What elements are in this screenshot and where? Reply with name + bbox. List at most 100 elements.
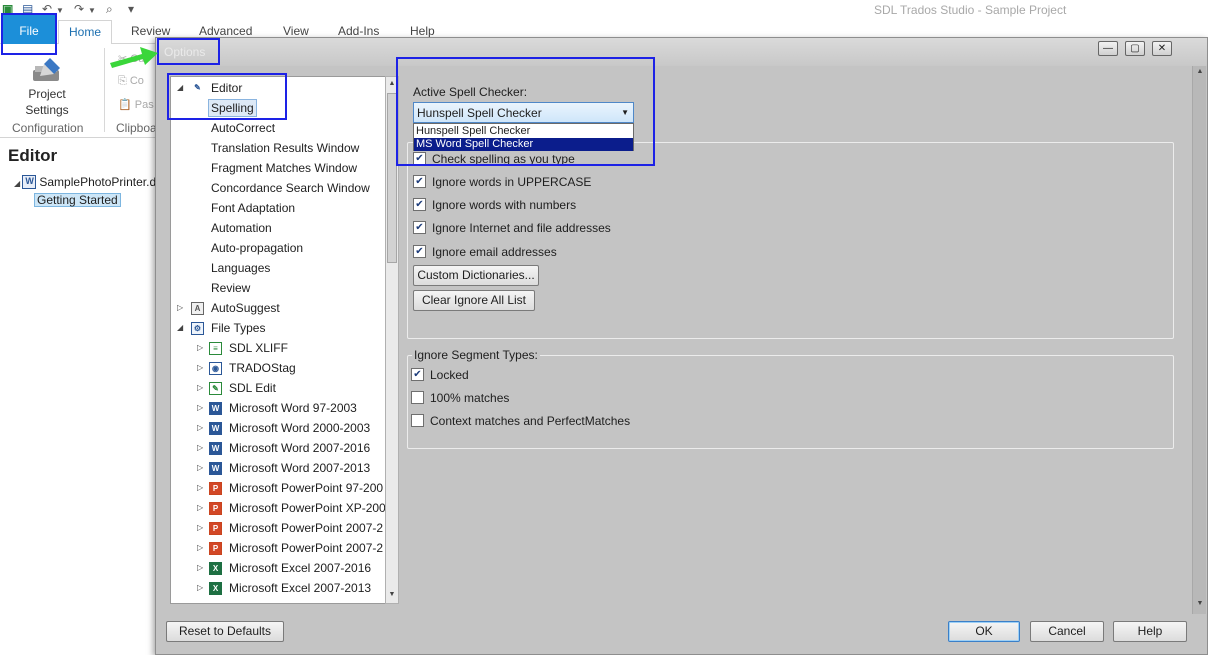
options-dialog: Options — ▢ ✕ ◢ ✎ Editor Spelling AutoCorrec… xyxy=(155,37,1208,655)
tree-item-microsoft-word-2000-2003[interactable]: ▷ W Microsoft Word 2000-2003 xyxy=(171,419,385,437)
tree-item-sdl-xliff[interactable]: ▷ ≡ SDL XLIFF xyxy=(171,339,385,357)
editor-pane-title: Editor xyxy=(8,146,58,165)
copy-button[interactable]: ⎘ Co xyxy=(118,75,144,88)
powerpoint-icon: P xyxy=(209,482,222,495)
editor-navigation-pane: Editor ◢ SamplePhotoPrinter.d Getting St… xyxy=(0,138,160,655)
tree-item-microsoft-excel-2007-2016[interactable]: ▷ X Microsoft Excel 2007-2016 xyxy=(171,559,385,577)
annotation-arrow-icon xyxy=(110,47,158,68)
active-spell-checker-label: Active Spell Checker: xyxy=(413,85,528,99)
print-preview-icon[interactable]: ⌕ xyxy=(106,2,113,17)
maximize-button[interactable]: ▢ xyxy=(1125,41,1145,56)
tab-help[interactable]: Help xyxy=(410,24,435,38)
expand-arrow-icon[interactable]: ▷ xyxy=(197,559,203,577)
collapse-arrow-icon[interactable]: ◢ xyxy=(177,79,183,97)
getting-started-node[interactable]: Getting Started xyxy=(34,193,121,207)
redo-dropdown-icon[interactable]: ▼ xyxy=(88,6,96,15)
powerpoint-icon: P xyxy=(209,502,222,515)
undo-dropdown-icon[interactable]: ▼ xyxy=(56,6,64,15)
expand-arrow-icon[interactable]: ▷ xyxy=(197,359,203,377)
tree-item-file-types[interactable]: ◢ ⚙ File Types xyxy=(171,319,385,337)
paste-button[interactable]: 📋 Pas xyxy=(118,98,154,111)
active-spell-checker-combobox[interactable]: Hunspell Spell Checker ▼ xyxy=(413,102,634,123)
ok-button[interactable]: OK xyxy=(948,621,1020,642)
tab-add-ins[interactable]: Add-Ins xyxy=(338,24,379,38)
tree-item-fragment-matches-window[interactable]: Fragment Matches Window xyxy=(171,159,385,177)
expand-arrow-icon[interactable]: ▷ xyxy=(197,579,203,597)
tree-item-microsoft-powerpoint-2007-2[interactable]: ▷ P Microsoft PowerPoint 2007-2 xyxy=(171,519,385,537)
reset-to-defaults-button[interactable]: Reset to Defaults xyxy=(166,621,284,642)
expand-arrow-icon[interactable]: ▷ xyxy=(197,419,203,437)
configuration-group-label: Configuration xyxy=(12,121,84,135)
tree-item-label: Languages xyxy=(211,261,271,275)
expand-arrow-icon[interactable]: ▷ xyxy=(197,499,203,517)
tree-item-label: Review xyxy=(211,281,251,295)
tree-item-autocorrect[interactable]: AutoCorrect xyxy=(171,119,385,137)
pencil-icon: ✎ xyxy=(194,83,201,92)
chevron-down-icon[interactable]: ▼ xyxy=(621,108,629,117)
minimize-button[interactable]: — xyxy=(1098,41,1118,56)
customize-qat-icon[interactable]: ▾ xyxy=(128,2,134,16)
tree-item-font-adaptation[interactable]: Font Adaptation xyxy=(171,199,385,217)
tree-item-editor[interactable]: ◢ ✎ Editor xyxy=(171,79,385,97)
tree-item-microsoft-powerpoint-2007-2[interactable]: ▷ P Microsoft PowerPoint 2007-2 xyxy=(171,539,385,557)
expand-arrow-icon[interactable]: ▷ xyxy=(197,519,203,537)
expand-arrow-icon[interactable]: ▷ xyxy=(197,539,203,557)
expand-arrow-icon[interactable]: ▷ xyxy=(197,439,203,457)
clear-ignore-all-list-button[interactable]: Clear Ignore All List xyxy=(413,290,535,311)
help-button[interactable]: Help xyxy=(1113,621,1187,642)
panel-scroll-up-icon[interactable]: ▲ xyxy=(1195,68,1205,75)
combobox-selected-value: Hunspell Spell Checker xyxy=(417,106,542,120)
tree-item-microsoft-word-97-2003[interactable]: ▷ W Microsoft Word 97-2003 xyxy=(171,399,385,417)
expand-arrow-icon[interactable]: ▷ xyxy=(197,459,203,477)
tree-item-sdl-edit[interactable]: ▷ ✎ SDL Edit xyxy=(171,379,385,397)
panel-scrollbar[interactable]: ▲ ▼ xyxy=(1192,66,1206,614)
close-button[interactable]: ✕ xyxy=(1152,41,1172,56)
tab-review[interactable]: Review xyxy=(131,24,170,38)
tree-item-microsoft-excel-2007-2013[interactable]: ▷ X Microsoft Excel 2007-2013 xyxy=(171,579,385,597)
tree-item-label: Font Adaptation xyxy=(211,201,296,215)
tree-item-languages[interactable]: Languages xyxy=(171,259,385,277)
tree-scrollbar[interactable]: ▲ ▼ xyxy=(385,76,399,604)
dropdown-option-hunspell[interactable]: Hunspell Spell Checker xyxy=(414,125,633,138)
tree-item-translation-results-window[interactable]: Translation Results Window xyxy=(171,139,385,157)
tree-item-label: SDL Edit xyxy=(229,381,276,395)
project-settings-label[interactable]: Project Settings xyxy=(20,86,74,118)
cancel-button[interactable]: Cancel xyxy=(1030,621,1104,642)
options-tree[interactable]: ◢ ✎ Editor Spelling AutoCorrect Translation R… xyxy=(170,76,390,604)
expand-arrow-icon[interactable]: ▷ xyxy=(197,479,203,497)
project-settings-icon[interactable] xyxy=(30,56,64,84)
tree-item-review[interactable]: Review xyxy=(171,279,385,297)
tree-item-microsoft-word-2007-2016[interactable]: ▷ W Microsoft Word 2007-2016 xyxy=(171,439,385,457)
expand-arrow-icon[interactable]: ▷ xyxy=(177,299,183,317)
tree-item-microsoft-word-2007-2013[interactable]: ▷ W Microsoft Word 2007-2013 xyxy=(171,459,385,477)
tree-item-label: Microsoft PowerPoint 2007-2 xyxy=(229,541,384,555)
tree-item-spelling[interactable]: Spelling xyxy=(171,99,385,117)
sdlxliff-icon: ≡ xyxy=(209,342,222,355)
expand-arrow-icon[interactable]: ▷ xyxy=(197,339,203,357)
collapse-arrow-icon[interactable]: ◢ xyxy=(177,319,183,337)
tab-advanced[interactable]: Advanced xyxy=(199,24,252,38)
tree-item-microsoft-powerpoint-xp-200[interactable]: ▷ P Microsoft PowerPoint XP-200 xyxy=(171,499,386,517)
tree-item-automation[interactable]: Automation xyxy=(171,219,385,237)
tab-home[interactable]: Home xyxy=(58,20,112,45)
tree-item-microsoft-powerpoint-97-200[interactable]: ▷ P Microsoft PowerPoint 97-200 xyxy=(171,479,385,497)
excel-icon: X xyxy=(209,562,222,575)
project-file-node[interactable]: ◢ SamplePhotoPrinter.d xyxy=(14,175,156,189)
dropdown-option-ms-word[interactable]: MS Word Spell Checker xyxy=(414,138,633,151)
tree-item-tradostag[interactable]: ▷ ◉ TRADOStag xyxy=(171,359,385,377)
custom-dictionaries-button[interactable]: Custom Dictionaries... xyxy=(413,265,539,286)
scroll-down-arrow-icon[interactable]: ▼ xyxy=(387,589,397,601)
scroll-up-arrow-icon[interactable]: ▲ xyxy=(387,78,397,90)
tree-item-concordance-search-window[interactable]: Concordance Search Window xyxy=(171,179,385,197)
expand-arrow-icon[interactable]: ▷ xyxy=(197,379,203,397)
tree-item-autosuggest[interactable]: ▷ A AutoSuggest xyxy=(171,299,385,317)
tree-item-auto-propagation[interactable]: Auto-propagation xyxy=(171,239,385,257)
redo-icon[interactable]: ↷ xyxy=(74,2,84,16)
tree-scroll-thumb[interactable] xyxy=(387,93,397,263)
panel-scroll-down-icon[interactable]: ▼ xyxy=(1195,600,1205,607)
tree-item-label: Fragment Matches Window xyxy=(211,161,358,175)
tab-view[interactable]: View xyxy=(283,24,309,38)
expand-arrow-icon[interactable]: ▷ xyxy=(197,399,203,417)
dialog-titlebar[interactable]: Options — ▢ ✕ xyxy=(156,38,1207,66)
tree-item-label: Concordance Search Window xyxy=(211,181,370,195)
